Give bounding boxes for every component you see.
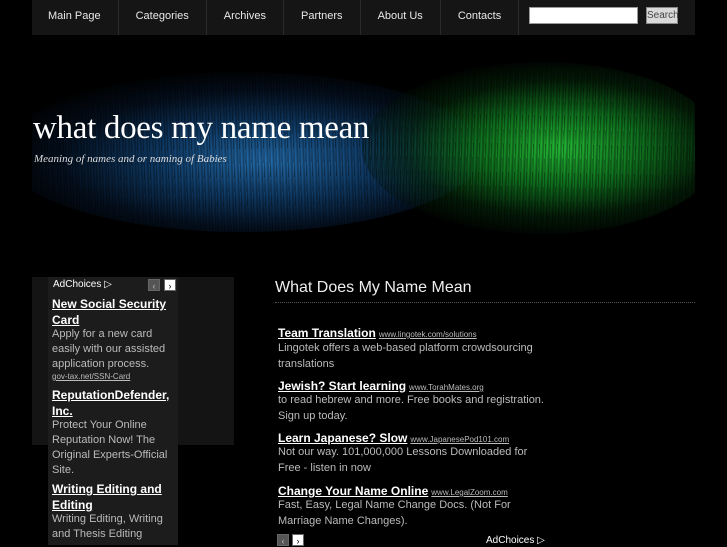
sidebar-ad-url[interactable]: gov-tax.net/SSN-Card: [52, 372, 130, 381]
main-ad-next-button[interactable]: ›: [292, 534, 304, 546]
ad-url[interactable]: www.lingotek.com/solutions: [379, 330, 477, 339]
sidebar-adchoices-label: AdChoices: [53, 279, 102, 290]
ad-title[interactable]: Change Your Name Online: [278, 484, 428, 498]
sidebar-ad-title[interactable]: ReputationDefender, Inc.: [52, 387, 176, 419]
ad-title[interactable]: Jewish? Start learning: [278, 379, 406, 393]
page-heading: What Does My Name Mean: [275, 279, 472, 296]
site-title[interactable]: what does my name mean: [33, 110, 369, 147]
header-banner: what does my name mean Meaning of names …: [32, 62, 695, 234]
search-button[interactable]: Search: [646, 7, 679, 24]
adchoices-icon: ▷: [104, 279, 112, 290]
ad-url[interactable]: www.TorahMates.org: [409, 383, 484, 392]
sidebar-ad-next-button[interactable]: ›: [164, 279, 176, 291]
ad-url[interactable]: www.LegalZoom.com: [431, 488, 507, 497]
nav-item-partners[interactable]: Partners: [284, 0, 361, 35]
sidebar-ad-description: Writing Editing, Writing and Thesis Edit…: [52, 513, 163, 540]
site-tagline: Meaning of names and or naming of Babies: [34, 153, 227, 165]
ad-description: Not our way. 101,000,000 Lessons Downloa…: [278, 446, 528, 474]
sidebar-adchoices[interactable]: AdChoices ▷: [53, 279, 112, 290]
adchoices-icon: ▷: [537, 535, 545, 546]
sidebar-ad-title[interactable]: New Social Security Card: [52, 296, 176, 328]
nav-item-about-us[interactable]: About Us: [361, 0, 441, 35]
nav-item-contacts[interactable]: Contacts: [441, 0, 520, 35]
nav-item-archives[interactable]: Archives: [207, 0, 284, 35]
nav-item-main-page[interactable]: Main Page: [32, 0, 119, 35]
ad-description: Fast, Easy, Legal Name Change Docs. (Not…: [278, 499, 511, 527]
search-input[interactable]: [529, 7, 638, 24]
sidebar-ad-description: Apply for a new card easily with our ass…: [52, 328, 166, 370]
sidebar-ad-prev-button[interactable]: ‹: [148, 279, 160, 291]
sidebar-ad-title[interactable]: Writing Editing and Editing: [52, 481, 176, 513]
ad-url[interactable]: www.JapanesePod101.com: [410, 435, 509, 444]
sidebar-ad-description: Protect Your Online Reputation Now! The …: [52, 419, 168, 476]
ad-description: to read hebrew and more. Free books and …: [278, 394, 544, 422]
ad-description: Lingotek offers a web-based platform cro…: [278, 342, 533, 370]
top-navbar: Main Page Categories Archives Partners A…: [32, 0, 695, 35]
heading-divider: [275, 302, 695, 303]
main-ad-prev-button[interactable]: ‹: [277, 534, 289, 546]
nav-item-categories[interactable]: Categories: [119, 0, 207, 35]
main-adchoices-label: AdChoices: [486, 535, 535, 546]
main-adchoices[interactable]: AdChoices ▷: [486, 535, 545, 546]
ad-title[interactable]: Team Translation: [278, 326, 376, 340]
ad-title[interactable]: Learn Japanese? Slow: [278, 431, 407, 445]
nav-menu: Main Page Categories Archives Partners A…: [32, 0, 520, 35]
